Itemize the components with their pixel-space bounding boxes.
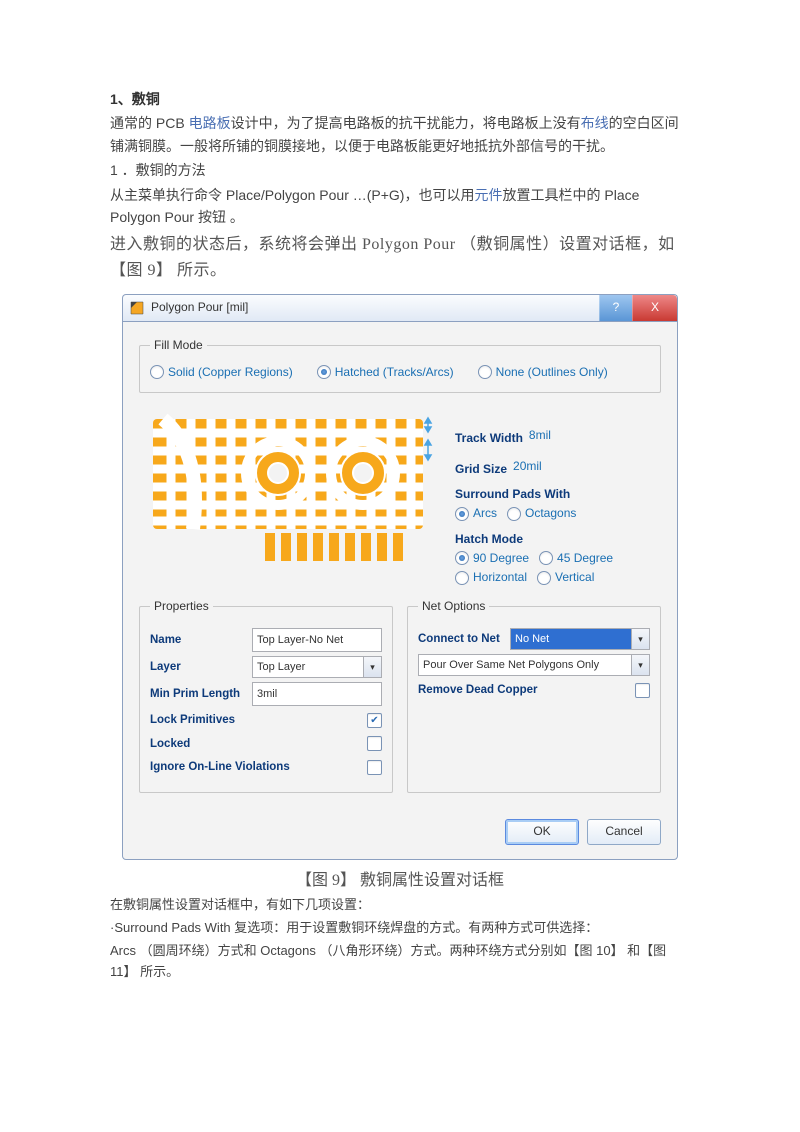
p3-a: 从主菜单执行命令 Place/Polygon Pour …(P+G)，也可以用 — [110, 187, 474, 203]
help-button[interactable]: ? — [599, 295, 632, 321]
link-pcb[interactable]: 电路板 — [189, 115, 231, 131]
radio-45[interactable]: 45 Degree — [539, 549, 613, 568]
pour-select[interactable]: Pour Over Same Net Polygons Only ▾ — [418, 654, 650, 676]
radio-horiz-label: Horizontal — [473, 568, 527, 587]
radio-icon — [478, 365, 492, 379]
properties-group: Properties Name Top Layer-No Net Layer T… — [139, 597, 393, 792]
gridsize-value[interactable]: 20mil — [513, 457, 542, 476]
minprim-label: Min Prim Length — [150, 685, 246, 703]
app-icon — [129, 300, 145, 316]
ignore-checkbox[interactable] — [367, 760, 382, 775]
lockprim-checkbox[interactable] — [367, 713, 382, 728]
chevron-down-icon: ▾ — [363, 657, 381, 677]
after-2: ·Surround Pads With 复选项：用于设置敷铜环绕焊盘的方式。有两… — [110, 918, 690, 939]
radio-45-label: 45 Degree — [557, 549, 613, 568]
paragraph-4: 进入敷铜的状态后，系统将会弹出 Polygon Pour （敷铜属性）设置对话框… — [110, 232, 690, 283]
ok-button[interactable]: OK — [505, 819, 579, 845]
hatch-preview-icon — [143, 413, 443, 587]
radio-icon — [537, 571, 551, 585]
radio-icon — [455, 551, 469, 565]
hatchmode-header: Hatch Mode — [455, 530, 657, 549]
radio-icon — [455, 571, 469, 585]
radio-octagons[interactable]: Octagons — [507, 504, 576, 523]
radio-arcs-label: Arcs — [473, 504, 497, 523]
connect-net-value: No Net — [515, 631, 549, 649]
chevron-down-icon: ▾ — [631, 655, 649, 675]
paragraph-3: 从主菜单执行命令 Place/Polygon Pour …(P+G)，也可以用元… — [110, 184, 690, 229]
radio-none[interactable]: None (Outlines Only) — [478, 363, 608, 382]
radio-vert-label: Vertical — [555, 568, 594, 587]
paragraph-1: 通常的 PCB 电路板设计中，为了提高电路板的抗干扰能力，将电路板上没有布线的空… — [110, 112, 690, 157]
gridsize-label: Grid Size — [455, 460, 507, 479]
connect-label: Connect to Net — [418, 630, 504, 648]
p1-b: 设计中，为了提高电路板的抗干扰能力，将电路板上没有 — [231, 115, 581, 131]
layer-select[interactable]: Top Layer ▾ — [252, 656, 382, 678]
after-1: 在敷铜属性设置对话框中，有如下几项设置： — [110, 895, 690, 916]
after-3: Arcs （圆周环绕）方式和 Octagons （八角形环绕）方式。两种环绕方式… — [110, 941, 690, 983]
radio-icon — [317, 365, 331, 379]
radio-hatched-label: Hatched (Tracks/Arcs) — [335, 363, 454, 382]
netoptions-group: Net Options Connect to Net No Net ▾ Pour… — [407, 597, 661, 792]
section-heading: 1、敷铜 — [110, 88, 690, 110]
connect-net-select[interactable]: No Net ▾ — [510, 628, 650, 650]
radio-horizontal[interactable]: Horizontal — [455, 568, 527, 587]
remove-dead-label: Remove Dead Copper — [418, 681, 538, 699]
locked-checkbox[interactable] — [367, 736, 382, 751]
radio-icon — [539, 551, 553, 565]
properties-legend: Properties — [150, 597, 213, 616]
trackwidth-label: Track Width — [455, 429, 523, 448]
radio-icon — [455, 507, 469, 521]
radio-90[interactable]: 90 Degree — [455, 549, 529, 568]
radio-vertical[interactable]: Vertical — [537, 568, 594, 587]
radio-octagons-label: Octagons — [525, 504, 576, 523]
p1-a: 通常的 PCB — [110, 115, 189, 131]
pour-value: Pour Over Same Net Polygons Only — [423, 657, 599, 675]
trackwidth-value[interactable]: 8mil — [529, 426, 551, 445]
paragraph-2: 1 ．敷铜的方法 — [110, 159, 690, 181]
layer-label: Layer — [150, 658, 246, 676]
surround-header: Surround Pads With — [455, 485, 657, 504]
radio-solid[interactable]: Solid (Copper Regions) — [150, 363, 293, 382]
locked-label: Locked — [150, 735, 190, 753]
link-routing[interactable]: 布线 — [581, 115, 609, 131]
radio-90-label: 90 Degree — [473, 549, 529, 568]
polygon-pour-dialog: Polygon Pour [mil] ? X Fill Mode Solid (… — [122, 294, 678, 860]
dialog-titlebar: Polygon Pour [mil] ? X — [122, 294, 678, 321]
name-field[interactable]: Top Layer-No Net — [252, 628, 382, 652]
layer-value: Top Layer — [257, 659, 305, 677]
remove-dead-checkbox[interactable] — [635, 683, 650, 698]
name-label: Name — [150, 631, 246, 649]
minprim-field[interactable]: 3mil — [252, 682, 382, 706]
radio-none-label: None (Outlines Only) — [496, 363, 608, 382]
radio-hatched[interactable]: Hatched (Tracks/Arcs) — [317, 363, 454, 382]
cancel-button[interactable]: Cancel — [587, 819, 661, 845]
chevron-down-icon: ▾ — [631, 629, 649, 649]
dialog-title: Polygon Pour [mil] — [151, 298, 599, 317]
radio-icon — [150, 365, 164, 379]
ignore-label: Ignore On-Line Violations — [150, 758, 290, 776]
fillmode-legend: Fill Mode — [150, 336, 207, 355]
figure-caption: 【图 9】 敷铜属性设置对话框 — [110, 868, 690, 894]
radio-icon — [507, 507, 521, 521]
fillmode-group: Fill Mode Solid (Copper Regions) Hatched… — [139, 336, 661, 393]
radio-solid-label: Solid (Copper Regions) — [168, 363, 293, 382]
radio-arcs[interactable]: Arcs — [455, 504, 497, 523]
close-button[interactable]: X — [632, 295, 677, 321]
lockprim-label: Lock Primitives — [150, 711, 235, 729]
link-component[interactable]: 元件 — [474, 187, 502, 203]
netoptions-legend: Net Options — [418, 597, 489, 616]
